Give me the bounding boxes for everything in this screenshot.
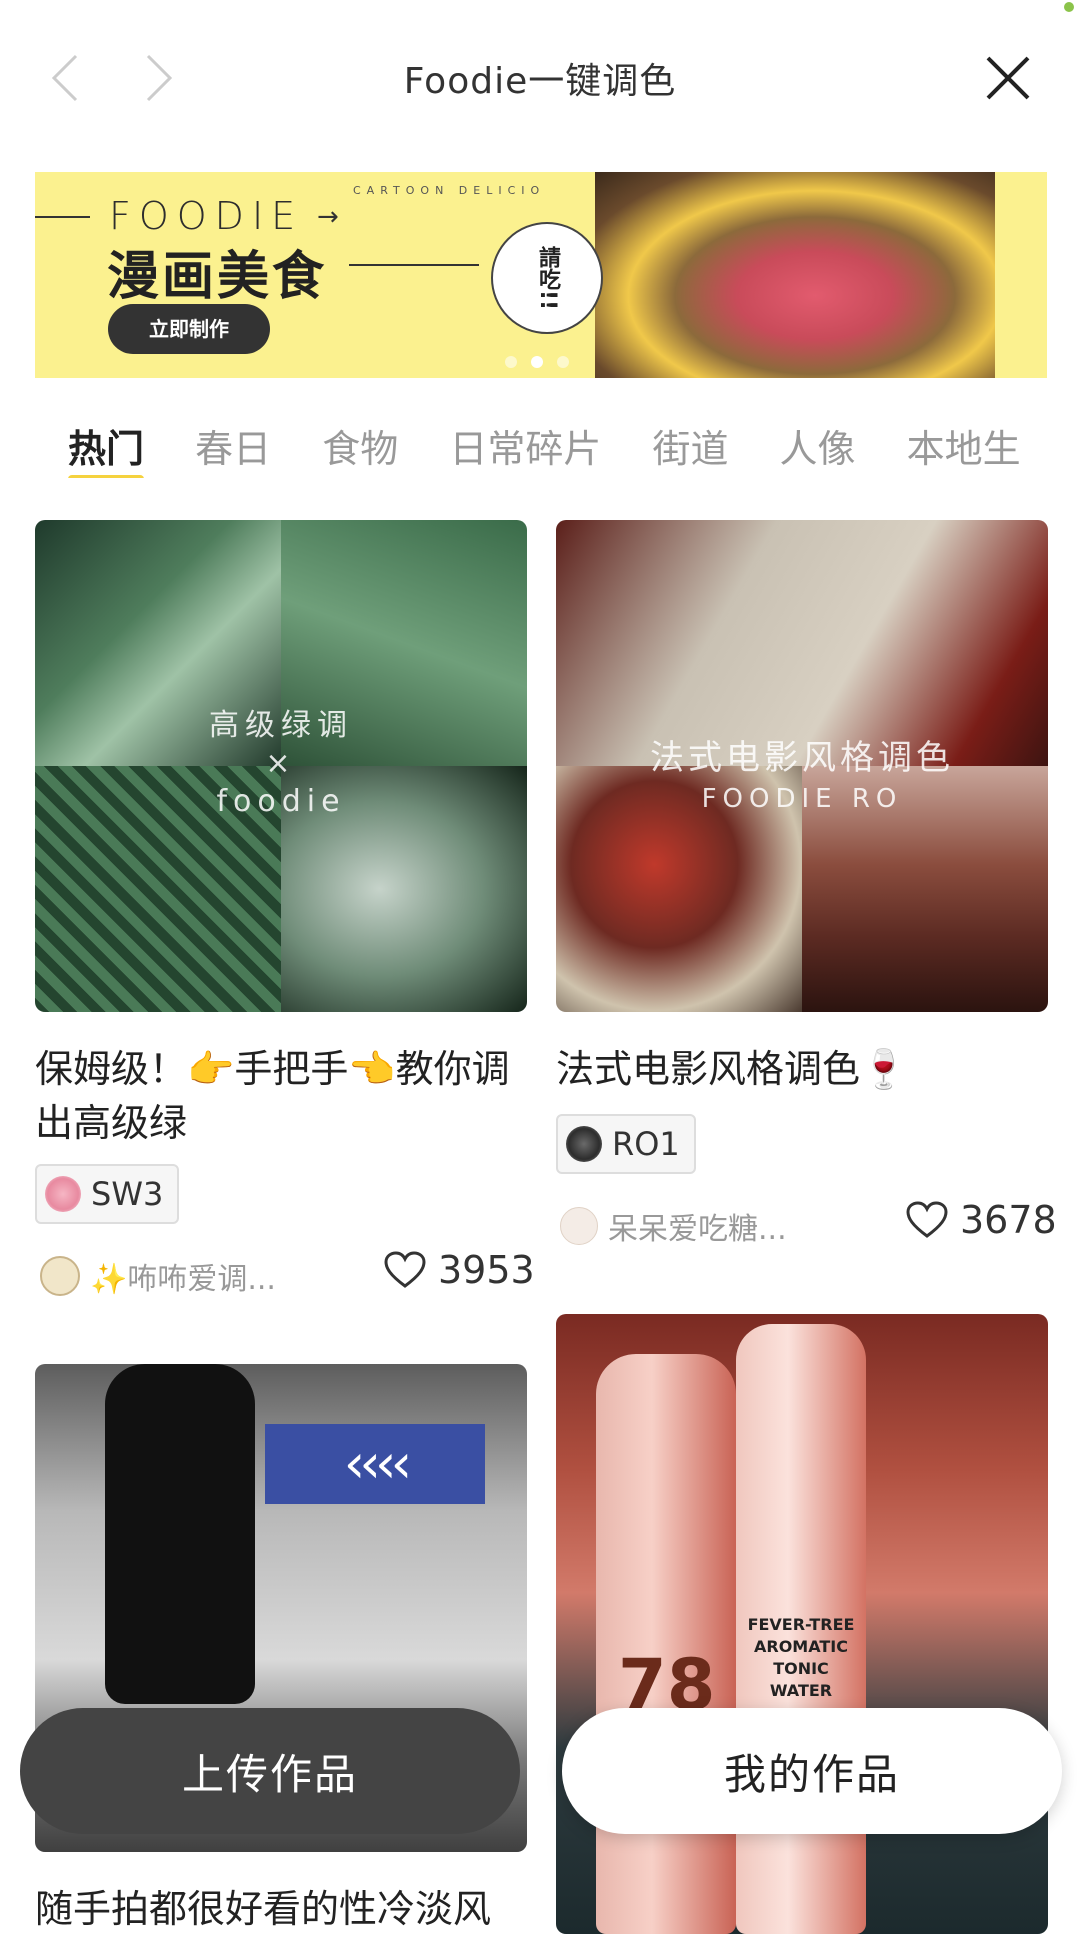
tab-hot[interactable]: 热门 [68,418,145,478]
filter-tag-label: RO1 [612,1125,680,1163]
tab-food[interactable]: 食物 [322,418,398,473]
banner-divider [35,216,90,218]
image-overlay-text: 高级绿调 [209,708,353,743]
my-works-button[interactable]: 我的作品 [562,1708,1062,1834]
filter-tag[interactable]: RO1 [556,1114,696,1174]
tab-daily[interactable]: 日常碎片 [449,418,601,473]
avatar [566,1126,602,1162]
card-image-green[interactable]: 高级绿调 × foodie [35,520,527,1012]
arrow-right-icon: → [317,202,339,232]
avatar [40,1256,80,1296]
like-count-value: 3953 [438,1248,535,1292]
heart-icon [906,1201,948,1238]
card-title[interactable]: 保姆级！👉手把手👈教你调出高级绿 [35,1042,515,1150]
bottle-label: FEVER-TREE AROMATIC TONIC WATER [747,1615,855,1700]
page-title: Foodie一键调色 [403,61,677,102]
carousel-dot[interactable] [557,356,569,368]
filter-tag-label: SW3 [91,1175,164,1213]
card-title[interactable]: 随手拍都很好看的性冷淡风 [35,1882,535,1936]
like-count-value: 3678 [960,1198,1057,1242]
arrow-sign: ‹‹‹‹ [265,1424,485,1504]
tab-spring[interactable]: 春日 [195,418,271,473]
image-overlay-text: × [265,746,297,781]
category-tabs: 热门 春日 食物 日常碎片 街道 人像 本地生 [68,418,1048,478]
author-name: ✨咘咘爱调... [90,1262,276,1297]
card-image-tonic[interactable]: 78 FEVER-TREE AROMATIC TONIC WATER [556,1314,1048,1934]
carousel-dot-active[interactable] [531,356,543,368]
avatar [560,1207,598,1245]
banner-headline: 漫画美食 [107,247,328,307]
banner-subtext: CARTOON DELICIO [353,184,546,197]
card-title[interactable]: 法式电影风格调色🍷 [556,1042,1036,1096]
banner-food-image [595,172,995,378]
card-author[interactable]: 呆呆爱吃糖... [560,1204,787,1248]
banner-divider [349,264,479,266]
upload-work-button[interactable]: 上传作品 [20,1708,520,1834]
carousel-dot[interactable] [505,356,517,368]
tab-local[interactable]: 本地生 [907,418,1021,473]
heart-icon [384,1251,426,1288]
tab-portrait[interactable]: 人像 [780,418,856,473]
image-overlay-text: foodie [216,784,346,819]
promo-banner[interactable]: FOODIE → CARTOON DELICIO 漫画美食 立即制作 請吃!! [35,172,1047,378]
like-count[interactable]: 3678 [906,1198,1057,1242]
banner-brand: FOODIE [109,194,304,238]
tab-street[interactable]: 街道 [652,418,728,473]
speech-bubble: 請吃!! [491,222,603,334]
filter-tag[interactable]: SW3 [35,1164,180,1224]
image-overlay-text: 法式电影风格调色 [650,738,954,778]
person-figure [105,1364,255,1704]
author-name: 呆呆爱吃糖... [608,1212,787,1247]
cupcake-icon [45,1176,81,1212]
banner-cta-button[interactable]: 立即制作 [108,304,270,354]
card-author[interactable]: ✨咘咘爱调... [40,1254,276,1298]
close-button[interactable] [978,48,1038,108]
carousel-indicator [505,356,569,368]
like-count[interactable]: 3953 [384,1248,535,1292]
image-overlay-text: FOODIE RO [701,784,903,814]
card-image-french[interactable]: 法式电影风格调色 FOODIE RO [556,520,1048,1012]
close-icon [986,56,1030,100]
status-indicator [1064,2,1074,12]
